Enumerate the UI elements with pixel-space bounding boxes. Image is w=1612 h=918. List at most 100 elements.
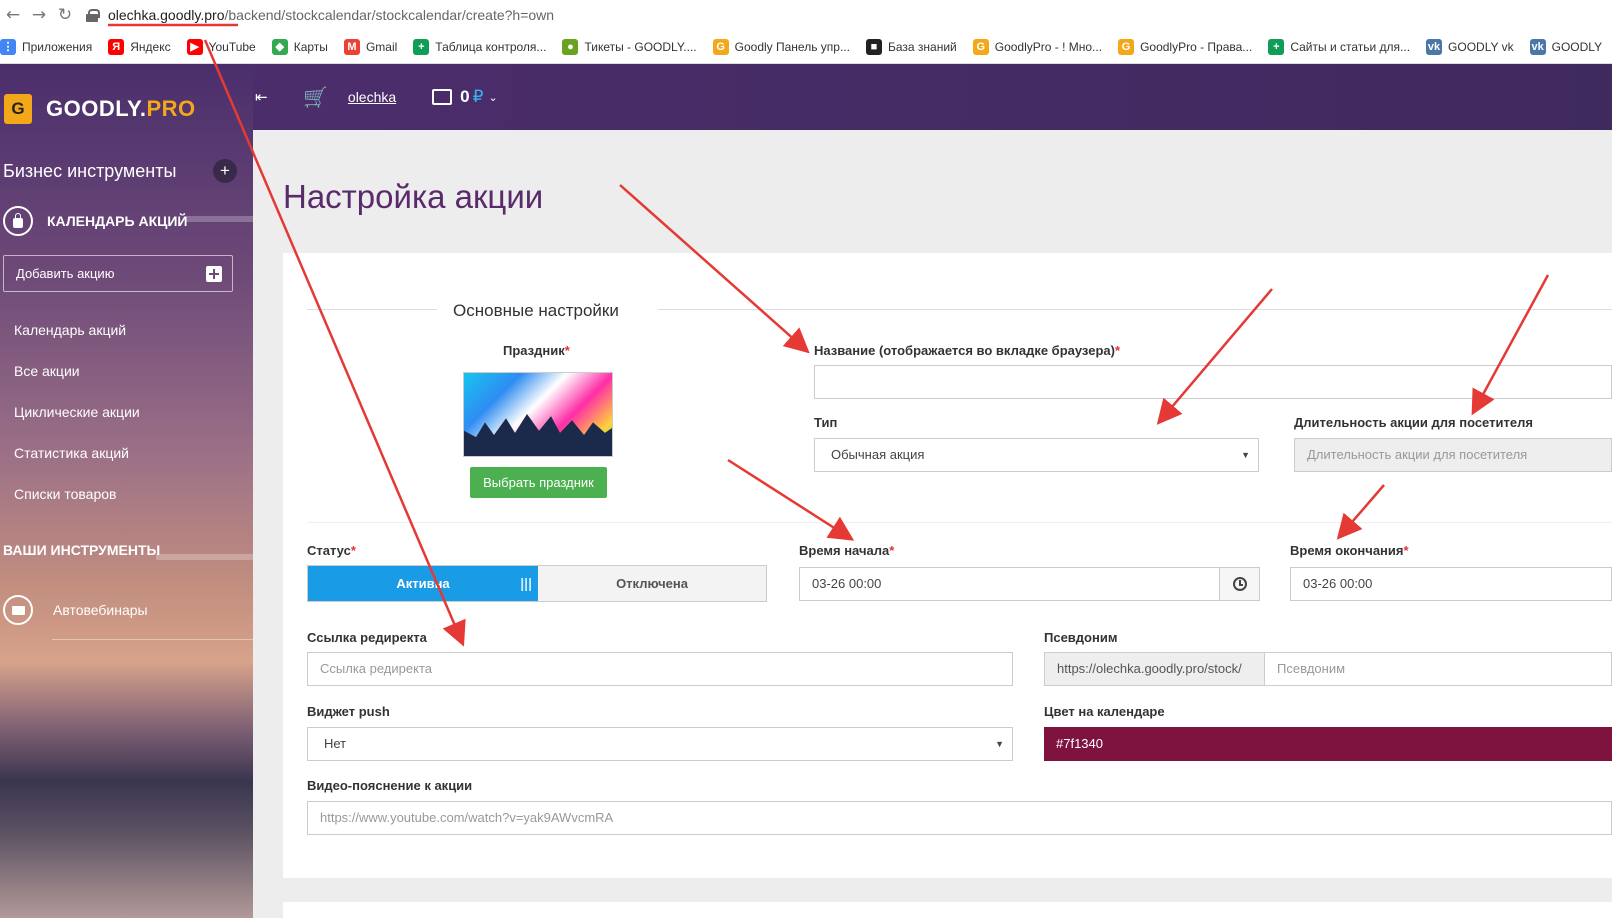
goodly-icon: G [972, 38, 989, 55]
end-time-input[interactable]: 03-26 00:00 [1290, 567, 1612, 601]
start-time-input[interactable]: 03-26 00:00 [799, 567, 1220, 601]
webinars-label: Автовебинары [53, 602, 148, 618]
sidebar-item-webinars[interactable]: Автовебинары [3, 595, 148, 625]
forward-icon[interactable]: → [26, 0, 52, 30]
type-select[interactable]: Обычная акция ▼ [814, 438, 1259, 472]
bookmark-item[interactable]: ▶ YouTube [186, 38, 256, 55]
logo[interactable]: G GOODLY.PRO [4, 94, 196, 124]
next-card [283, 902, 1612, 918]
status-active-option[interactable]: Активна ||| [308, 566, 538, 601]
alias-input[interactable]: Псевдоним [1265, 652, 1612, 686]
balance-value[interactable]: 0 [460, 87, 469, 107]
bookmark-item[interactable]: G GoodlyPro - Права... [1118, 38, 1253, 55]
lock-icon[interactable] [86, 9, 100, 22]
sidebar-item-products[interactable]: Списки товаров [14, 486, 116, 502]
choose-holiday-button[interactable]: Выбрать праздник [470, 467, 607, 498]
currency-sign: ₽ [472, 87, 484, 106]
bookmark-label: Тикеты - GOODLY.... [584, 39, 697, 54]
redirect-label: Ссылка редиректа [307, 630, 427, 645]
section-divider [186, 216, 253, 222]
reload-icon[interactable]: ↻ [52, 0, 78, 30]
user-link[interactable]: olechka [348, 89, 396, 105]
add-promo-label: Добавить акцию [16, 266, 115, 281]
add-promo-button[interactable]: Добавить акцию [3, 255, 233, 292]
yandex-icon: Я [108, 38, 125, 55]
address-field[interactable]: olechka.goodly.pro/backend/stockcalendar… [108, 7, 554, 23]
bookmark-item[interactable]: M Gmail [343, 38, 397, 55]
section-divider [156, 554, 253, 560]
bookmark-item[interactable]: + Таблица контроля... [413, 38, 546, 55]
bookmark-label: Приложения [22, 39, 93, 54]
bookmark-item[interactable]: G Goodly Панель упр... [712, 38, 850, 55]
type-label: Тип [814, 415, 838, 430]
bookmark-label: GoodlyPro - Права... [1140, 39, 1253, 54]
status-toggle[interactable]: Активна ||| Отключена [307, 565, 767, 602]
logo-main: GOODLY. [46, 96, 147, 121]
bookmark-item[interactable]: ● Тикеты - GOODLY.... [562, 38, 697, 55]
url-path: /backend/stockcalendar/stockcalendar/cre… [224, 7, 555, 23]
bookmark-item[interactable]: ⋮ Приложения [0, 38, 93, 55]
bookmarks-bar: ⋮ Приложения Я Яндекс ▶ YouTube ◆ Карты M Gmail + Т… [0, 30, 1612, 64]
bookmark-item[interactable]: + Сайты и статьи для... [1268, 38, 1410, 55]
cart-icon[interactable]: 🛒 [303, 85, 328, 109]
clock-icon [1232, 577, 1247, 591]
bookmark-label: Карты [293, 39, 328, 54]
bookmark-item[interactable]: vk GOODLY vk [1426, 38, 1514, 55]
bookmark-item[interactable]: ■ База знаний [865, 38, 957, 55]
maps-icon: ◆ [271, 38, 288, 55]
sidebar-section-label: КАЛЕНДАРЬ АКЦИЙ [47, 213, 188, 229]
alias-label: Псевдоним [1044, 630, 1118, 645]
name-input[interactable] [814, 365, 1612, 399]
bookmark-item[interactable]: vk GOODLY [1529, 38, 1603, 55]
push-widget-label: Виджет push [307, 704, 390, 719]
holiday-label: Праздник* [503, 343, 570, 358]
shopping-bag-icon [3, 206, 33, 236]
redirect-input[interactable]: Ссылка редиректа [307, 652, 1013, 686]
top-app-bar: ⇤ 🛒 olechka 0 ₽ ⌄ [253, 64, 1612, 130]
add-tool-plus-icon[interactable]: + [213, 159, 237, 183]
logo-text: GOODLY.PRO [46, 96, 196, 122]
section-divider [307, 522, 1612, 523]
settings-card: Основные настройки Праздник* Выбрать пра… [283, 253, 1612, 878]
holiday-image[interactable] [463, 372, 613, 457]
wallet-icon[interactable] [432, 89, 453, 105]
vk-icon: vk [1426, 38, 1443, 55]
push-widget-select[interactable]: Нет ▼ [307, 727, 1013, 761]
sidebar-section-calendar[interactable]: КАЛЕНДАРЬ АКЦИЙ [3, 206, 187, 236]
bookmark-item[interactable]: ◆ Карты [271, 38, 328, 55]
status-disabled-option[interactable]: Отключена [538, 566, 766, 601]
calendar-color-input[interactable]: #7f1340 [1044, 727, 1612, 761]
collapse-sidebar-icon[interactable]: ⇤ [255, 88, 273, 106]
clock-icon-button[interactable] [1220, 567, 1260, 601]
back-icon[interactable]: ← [0, 0, 26, 30]
vk-icon: vk [1529, 38, 1546, 55]
bookmark-label: Яндекс [130, 39, 171, 54]
bookmark-label: GOODLY [1551, 39, 1603, 54]
logo-icon: G [4, 94, 32, 124]
sheets-icon: + [1268, 38, 1285, 55]
video-input[interactable]: https://www.youtube.com/watch?v=yak9AWvc… [307, 801, 1612, 835]
duration-label: Длительность акции для посетителя [1294, 415, 1533, 430]
sidebar-section-your-tools: ВАШИ ИНСТРУМЕНТЫ [3, 542, 161, 558]
browser-url-bar: ← → ↻ olechka.goodly.pro/backend/stockca… [0, 0, 1612, 30]
start-time-label: Время начала* [799, 543, 895, 558]
name-label: Название (отображается во вкладке браузе… [814, 343, 1121, 358]
sidebar-item-all[interactable]: Все акции [14, 363, 80, 379]
bookmark-label: YouTube [208, 39, 256, 54]
push-selected-value: Нет [324, 736, 347, 751]
alias-prefix: https://olechka.goodly.pro/stock/ [1044, 652, 1265, 686]
sidebar: G GOODLY.PRO Бизнес инструменты + КАЛЕНД… [0, 64, 253, 918]
youtube-icon: ▶ [186, 38, 203, 55]
bookmark-item[interactable]: Я Яндекс [108, 38, 171, 55]
fieldset-legend: Основные настройки [453, 301, 619, 320]
ticket-icon: ● [562, 38, 579, 55]
book-icon: ■ [865, 38, 882, 55]
sidebar-item-cyclic[interactable]: Циклические акции [14, 404, 140, 420]
sidebar-heading: Бизнес инструменты [3, 161, 177, 181]
bookmark-item[interactable]: G GoodlyPro - ! Мно... [972, 38, 1102, 55]
calendar-color-label: Цвет на календаре [1044, 704, 1165, 719]
sidebar-item-stats[interactable]: Статистика акций [14, 445, 129, 461]
sidebar-item-calendar[interactable]: Календарь акций [14, 322, 126, 338]
duration-input[interactable]: Длительность акции для посетителя [1294, 438, 1612, 472]
chevron-down-icon[interactable]: ⌄ [488, 91, 497, 104]
